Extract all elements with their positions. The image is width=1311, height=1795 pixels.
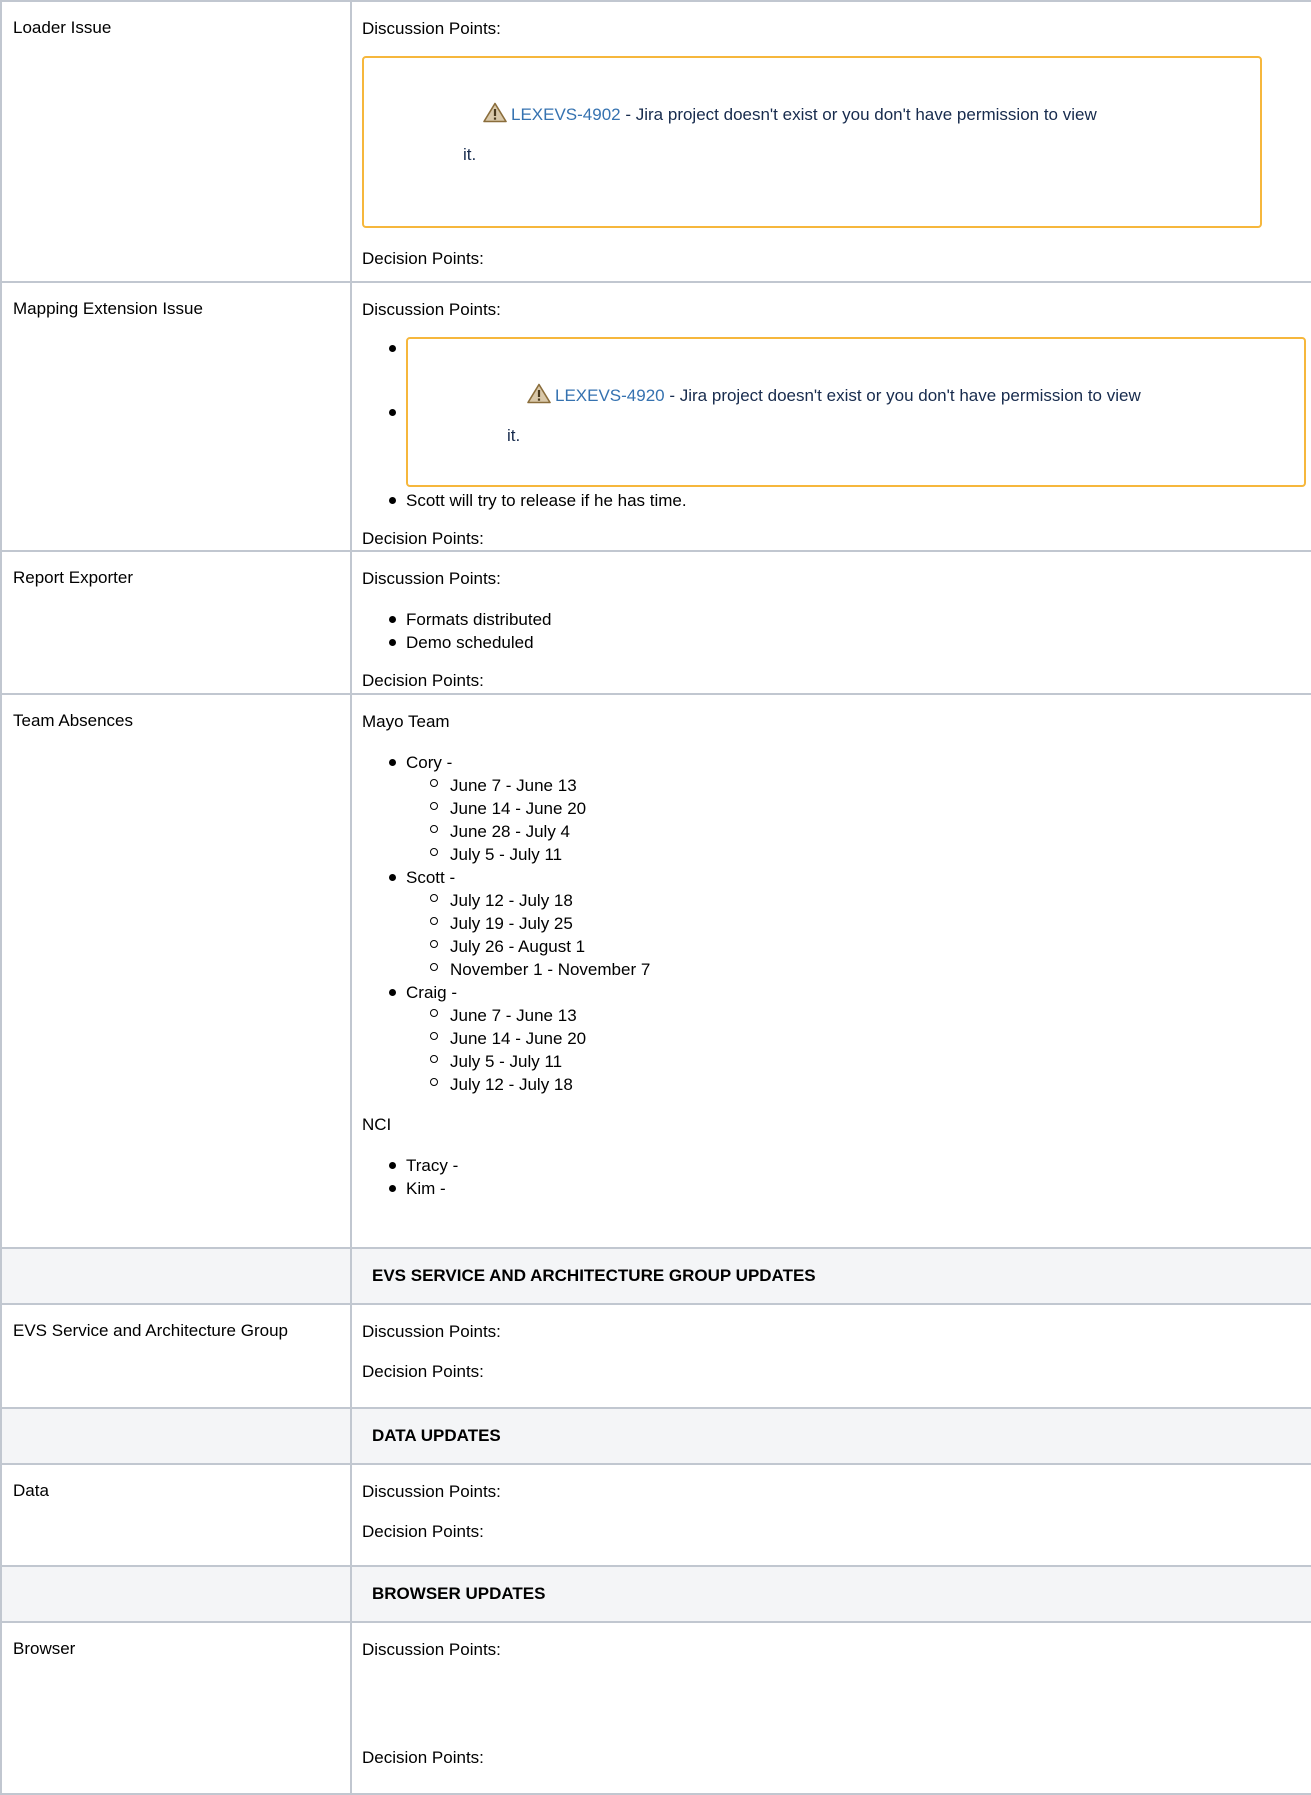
person-name: Craig - [406,983,458,1002]
jira-issue-macro: LEXEVS-4902 - Jira project doesn't exist… [362,56,1262,228]
section-title: EVS SERVICE AND ARCHITECTURE GROUP UPDAT… [352,1249,1311,1303]
jira-issue-link[interactable]: LEXEVS-4902 [511,105,621,124]
discussion-points-label: Discussion Points: [362,1322,501,1341]
bullet-list: Formats distributed Demo scheduled [362,608,1301,654]
date-list: July 12 - July 18 July 19 - July 25 July… [406,889,1301,981]
row-label: Browser [13,1639,76,1658]
row-label: Report Exporter [13,568,133,587]
list-item: Tracy - [389,1154,1301,1177]
list-item: Craig - June 7 - June 13 June 14 - June … [389,981,1301,1096]
date-item: June 14 - June 20 [430,1027,1301,1050]
row-content-cell: Discussion Points: LEXEVS-4902 - Jira pr… [350,0,1311,283]
jira-error-message-cont: it. [507,426,521,445]
section-label-cell [0,1565,352,1623]
date-item: July 5 - July 11 [430,843,1301,866]
date-item: June 14 - June 20 [430,797,1301,820]
row-content-cell: Discussion Points: Decision Points: [350,1621,1311,1795]
list-item: Scott will try to release if he has time… [389,489,1301,512]
row-label: Mapping Extension Issue [13,299,203,318]
decision-points-label: Decision Points: [362,1748,484,1767]
date-item: July 5 - July 11 [430,1050,1301,1073]
discussion-points-label: Discussion Points: [362,300,501,319]
jira-error-message-cont: it. [463,145,477,164]
row-label-cell: Browser [0,1621,352,1795]
nci-heading: NCI [362,1115,392,1134]
section-label-cell [0,1407,352,1465]
date-item: June 7 - June 13 [430,774,1301,797]
jira-issue-macro: LEXEVS-4920 - Jira project doesn't exist… [406,337,1306,487]
row-label-cell: Data [0,1463,352,1567]
date-item: July 12 - July 18 [430,889,1301,912]
section-title-cell: DATA UPDATES [350,1407,1311,1465]
row-label: Loader Issue [13,18,112,37]
decision-points-label: Decision Points: [362,671,484,690]
date-list: June 7 - June 13 June 14 - June 20 June … [406,774,1301,866]
decision-points-label: Decision Points: [362,249,484,268]
section-label-cell [0,1247,352,1305]
mayo-team-heading: Mayo Team [362,712,450,731]
date-item: June 28 - July 4 [430,820,1301,843]
section-title: BROWSER UPDATES [352,1567,1311,1621]
list-item-text: Demo scheduled [406,633,534,652]
warning-icon [483,102,507,123]
jira-error-message: - Jira project doesn't exist or you don'… [664,386,1141,405]
section-header-row: EVS SERVICE AND ARCHITECTURE GROUP UPDAT… [0,1247,1311,1305]
person-name: Scott - [406,868,456,887]
jira-error-message: - Jira project doesn't exist or you don'… [620,105,1097,124]
row-label-cell: Loader Issue [0,0,352,283]
row-content-cell: Discussion Points: Decision Points: [350,1303,1311,1409]
nci-list: Tracy - Kim - [362,1154,1301,1200]
row-content-cell: Mayo Team Cory - June 7 - June 13 June 1… [350,693,1311,1249]
mayo-team-list: Cory - June 7 - June 13 June 14 - June 2… [362,751,1301,1096]
row-content-cell: Discussion Points: Decision Points: [350,1463,1311,1567]
list-item: Kim - [389,1177,1301,1200]
row-label-cell: Report Exporter [0,550,352,695]
list-item: Demo scheduled [389,631,1301,654]
row-label-cell: EVS Service and Architecture Group [0,1303,352,1409]
table-row-mapping-extension: Mapping Extension Issue Discussion Point… [0,281,1311,552]
table-row-team-absences: Team Absences Mayo Team Cory - June 7 - … [0,693,1311,1249]
discussion-points-label: Discussion Points: [362,1640,501,1659]
jira-issue-link[interactable]: LEXEVS-4920 [555,386,665,405]
section-title-cell: EVS SERVICE AND ARCHITECTURE GROUP UPDAT… [350,1247,1311,1305]
table-row-evs: EVS Service and Architecture Group Discu… [0,1303,1311,1409]
table-row-loader-issue: Loader Issue Discussion Points: LEXEVS-4… [0,0,1311,283]
list-item-text: Formats distributed [406,610,552,629]
date-item: July 19 - July 25 [430,912,1301,935]
row-content-cell: Discussion Points: LEXEVS-4920 - Jira pr… [350,281,1311,552]
table-row-report-exporter: Report Exporter Discussion Points: Forma… [0,550,1311,695]
discussion-points-label: Discussion Points: [362,569,501,588]
list-item-text: Scott will try to release if he has time… [406,491,687,510]
row-label-cell: Mapping Extension Issue [0,281,352,552]
section-title-cell: BROWSER UPDATES [350,1565,1311,1623]
meeting-notes-table: Loader Issue Discussion Points: LEXEVS-4… [0,0,1311,1795]
row-label: Data [13,1481,49,1500]
list-item: Formats distributed [389,608,1301,631]
list-item: Cory - June 7 - June 13 June 14 - June 2… [389,751,1301,866]
discussion-points-label: Discussion Points: [362,1482,501,1501]
bullet-list: LEXEVS-4920 - Jira project doesn't exist… [362,337,1306,512]
date-list: June 7 - June 13 June 14 - June 20 July … [406,1004,1301,1096]
section-title: DATA UPDATES [352,1409,1311,1463]
date-item: November 1 - November 7 [430,958,1301,981]
section-header-row: DATA UPDATES [0,1407,1311,1465]
table-row-browser: Browser Discussion Points: Decision Poin… [0,1621,1311,1795]
row-label-cell: Team Absences [0,693,352,1249]
row-label: Team Absences [13,711,134,730]
list-item: Scott - July 12 - July 18 July 19 - July… [389,866,1301,981]
row-label: EVS Service and Architecture Group [13,1321,288,1340]
decision-points-label: Decision Points: [362,529,484,548]
date-item: July 26 - August 1 [430,935,1301,958]
decision-points-label: Decision Points: [362,1362,484,1381]
list-item: LEXEVS-4920 - Jira project doesn't exist… [389,337,1306,487]
decision-points-label: Decision Points: [362,1522,484,1541]
section-header-row: BROWSER UPDATES [0,1565,1311,1623]
row-content-cell: Discussion Points: Formats distributed D… [350,550,1311,695]
discussion-points-label: Discussion Points: [362,19,501,38]
date-item: June 7 - June 13 [430,1004,1301,1027]
date-item: July 12 - July 18 [430,1073,1301,1096]
person-name: Cory - [406,753,453,772]
table-row-data: Data Discussion Points: Decision Points: [0,1463,1311,1567]
warning-icon [527,383,551,404]
